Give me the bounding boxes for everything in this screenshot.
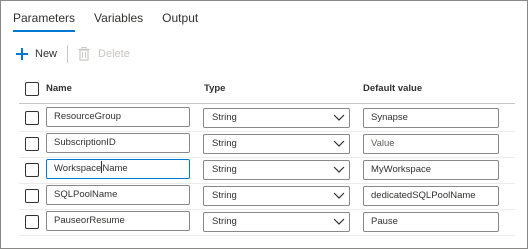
row-checkbox[interactable] xyxy=(25,137,39,151)
parameter-default-input[interactable]: dedicatedSQLPoolName xyxy=(363,186,499,206)
chevron-down-icon xyxy=(333,166,345,173)
chevron-down-icon xyxy=(333,140,345,147)
table-row: WorkspaceName String MyWorkspace xyxy=(1,157,528,183)
parameter-name-input[interactable]: ResourceGroup xyxy=(46,107,190,127)
row-checkbox[interactable] xyxy=(25,215,39,229)
tab-output[interactable]: Output xyxy=(162,1,198,35)
parameter-type-value: String xyxy=(212,164,237,175)
parameter-name-input[interactable]: SubscriptionID xyxy=(46,133,190,153)
parameter-type-select[interactable]: String xyxy=(203,134,350,154)
select-all-checkbox[interactable] xyxy=(25,82,39,96)
table-row: PauseorResume String Pause xyxy=(1,209,528,235)
parameter-name-input[interactable]: WorkspaceName xyxy=(46,159,190,179)
table-row: SQLPoolName String dedicatedSQLPoolName xyxy=(1,183,528,209)
parameter-type-select[interactable]: String xyxy=(203,108,350,128)
table-row: SubscriptionID String Value xyxy=(1,131,528,157)
parameter-type-value: String xyxy=(212,112,237,123)
parameter-name-input[interactable]: PauseorResume xyxy=(46,211,190,231)
row-checkbox[interactable] xyxy=(25,189,39,203)
row-checkbox[interactable] xyxy=(25,163,39,177)
tab-parameters[interactable]: Parameters xyxy=(13,1,76,35)
new-button-label: New xyxy=(35,48,58,60)
parameter-type-select[interactable]: String xyxy=(203,212,350,232)
chevron-down-icon xyxy=(333,192,345,199)
parameter-type-select[interactable]: String xyxy=(203,160,350,180)
delete-button[interactable]: Delete xyxy=(78,47,130,61)
row-divider xyxy=(19,235,515,236)
parameter-default-input[interactable]: Synapse xyxy=(363,108,499,128)
header-divider xyxy=(19,103,515,104)
parameter-default-input[interactable]: Value xyxy=(363,134,499,154)
toolbar: New Delete xyxy=(15,43,130,65)
new-button[interactable]: New xyxy=(15,47,57,61)
parameter-default-input[interactable]: MyWorkspace xyxy=(363,160,499,180)
column-header-type: Type xyxy=(204,83,226,94)
parameters-panel: Parameters Variables Output New Delete N… xyxy=(0,0,528,249)
column-header-default-value: Default value xyxy=(363,83,423,94)
parameter-default-input[interactable]: Pause xyxy=(363,212,499,232)
row-checkbox[interactable] xyxy=(25,111,39,125)
delete-button-label: Delete xyxy=(98,48,130,60)
parameter-type-value: String xyxy=(212,216,237,227)
parameter-type-value: String xyxy=(212,138,237,149)
chevron-down-icon xyxy=(333,114,345,121)
toolbar-divider xyxy=(67,45,69,63)
trash-icon xyxy=(78,47,92,61)
chevron-down-icon xyxy=(333,218,345,225)
column-header-name: Name xyxy=(46,83,72,94)
parameter-name-input[interactable]: SQLPoolName xyxy=(46,185,190,205)
tab-variables[interactable]: Variables xyxy=(94,1,143,35)
table-row: ResourceGroup String Synapse xyxy=(1,105,528,131)
parameter-type-select[interactable]: String xyxy=(203,186,350,206)
plus-icon xyxy=(15,47,29,61)
tab-bar: Parameters Variables Output xyxy=(13,1,217,35)
parameter-type-value: String xyxy=(212,190,237,201)
